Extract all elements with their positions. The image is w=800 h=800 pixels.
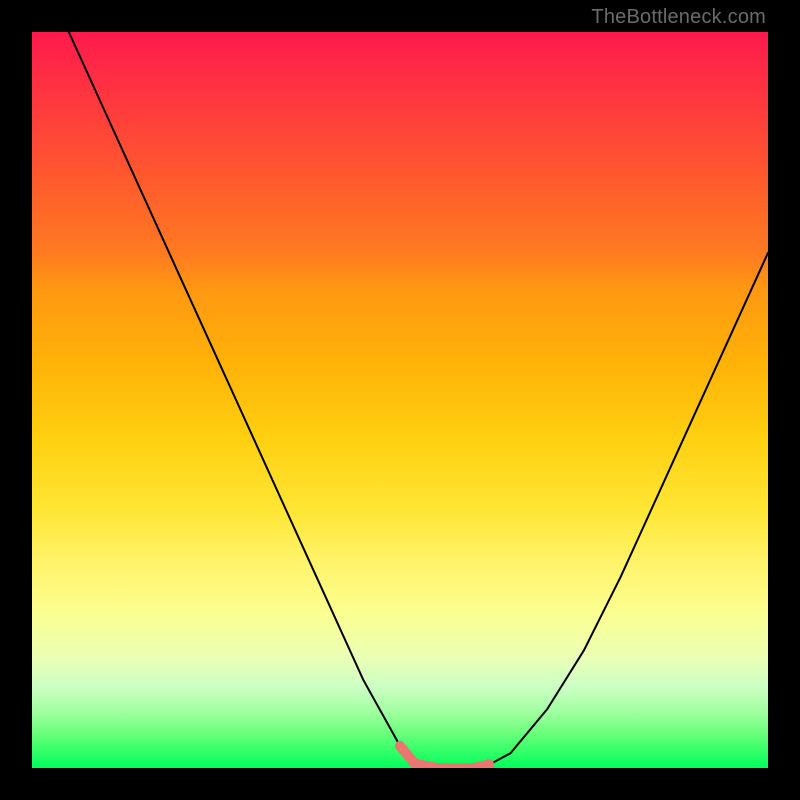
bottleneck-highlight [400, 746, 488, 768]
highlight-end-dot [482, 759, 494, 768]
plot-area [32, 32, 768, 768]
bottleneck-curve [69, 32, 768, 768]
chart-frame: TheBottleneck.com [0, 0, 800, 800]
curve-layer [32, 32, 768, 768]
watermark-text: TheBottleneck.com [591, 6, 766, 29]
